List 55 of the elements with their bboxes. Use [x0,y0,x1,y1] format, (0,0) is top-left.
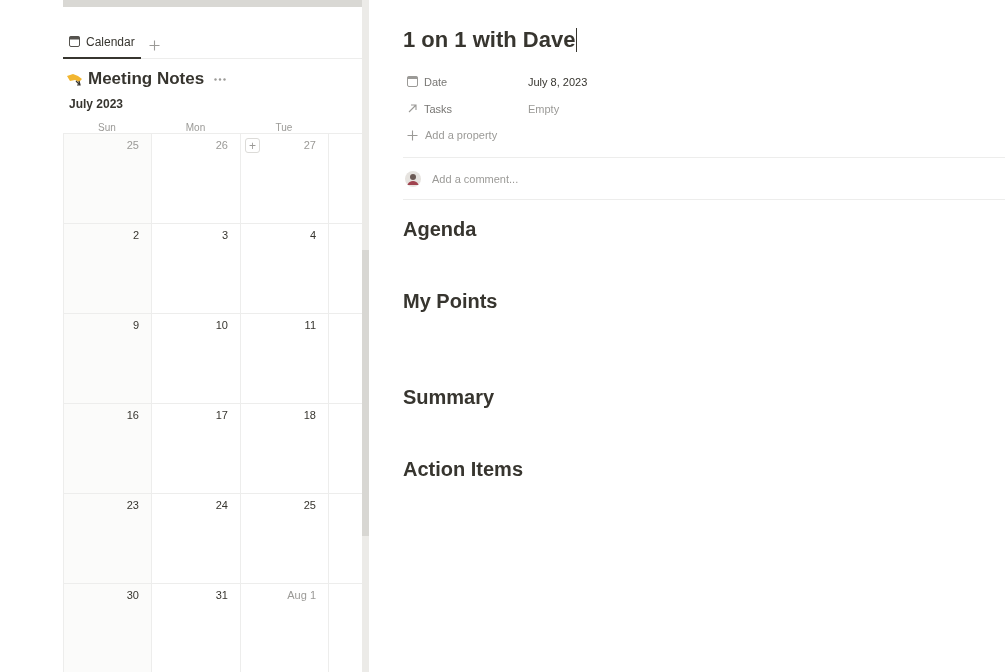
arrow-icon [407,103,418,114]
day-number: 31 [215,588,228,601]
day-cell[interactable]: 3 [152,224,241,314]
day-cell[interactable]: 9 [64,314,152,404]
day-number: 16 [126,408,139,421]
section-heading[interactable]: My Points [403,290,1005,313]
database-title: Meeting Notes [88,69,205,89]
day-cell[interactable]: 30 [64,584,152,672]
page-title[interactable]: 1 on 1 with Dave [403,26,1005,54]
weekday-label: Sun [97,122,117,133]
view-tab[interactable]: Calendar [63,31,141,59]
day-number: 2 [132,228,139,241]
day-number: Aug 1 [287,588,316,601]
day-number: 24 [215,498,228,511]
day-cell[interactable]: 18 [241,404,329,494]
property-name[interactable]: Date [424,75,448,88]
day-number: 25 [303,498,316,511]
handshake-icon [67,72,82,86]
day-number: 30 [126,588,139,601]
calendar-icon [407,76,418,87]
more-icon[interactable] [214,77,227,81]
day-number: 11 [304,318,316,331]
day-cell[interactable]: 11 [241,314,329,404]
day-number: 23 [126,498,139,511]
day-cell[interactable]: 25 [241,494,329,584]
plus-icon[interactable] [148,39,160,51]
day-number: 4 [309,228,316,241]
section-heading[interactable]: Agenda [403,218,1005,241]
day-number: 3 [221,228,228,241]
property-name[interactable]: Tasks [424,102,453,115]
scrollbar[interactable] [362,0,369,672]
avatar-icon [405,170,421,187]
calendar-icon [69,36,80,47]
day-cell[interactable]: 2 [64,224,152,314]
section-heading[interactable]: Summary [403,386,1005,409]
day-cell[interactable]: 4 [241,224,329,314]
day-number: 10 [215,318,228,331]
weekday-label: Tue [274,122,294,133]
day-cell[interactable]: 17 [152,404,241,494]
day-number: 25 [126,138,139,151]
weekday-label: Mon [184,122,207,133]
day-number: 26 [215,138,228,151]
month-label: July 2023 [69,97,125,111]
day-cell[interactable]: 24 [152,494,241,584]
day-cell[interactable]: 10 [152,314,241,404]
day-number: 27 [303,138,316,151]
day-number: 18 [303,408,316,421]
board-scrollbar[interactable] [63,0,362,7]
property-value[interactable]: July 8, 2023 [528,75,588,88]
day-cell[interactable]: 16 [64,404,152,494]
plus-icon[interactable] [407,129,418,141]
section-heading[interactable]: Action Items [403,458,1005,481]
day-number: 17 [215,408,228,421]
day-number: 9 [132,318,139,331]
day-cell[interactable]: 23 [64,494,152,584]
